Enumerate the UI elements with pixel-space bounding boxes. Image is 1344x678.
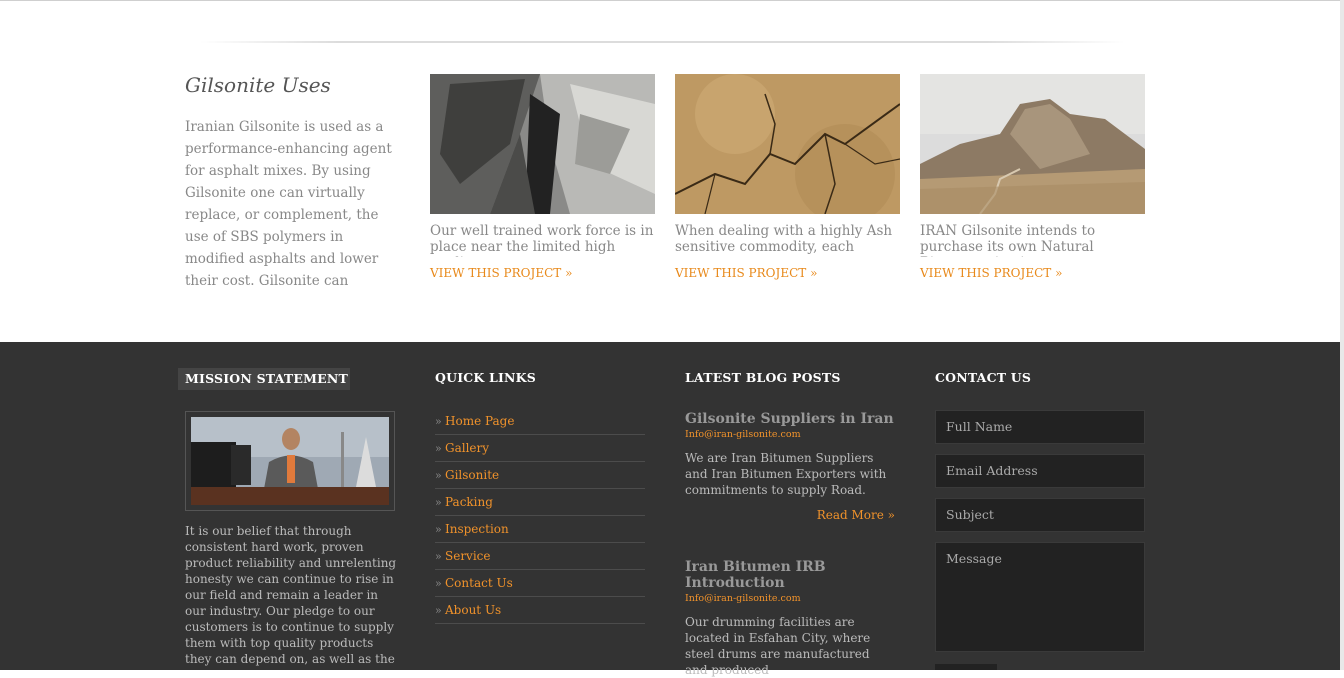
full-name-field[interactable]: Full Name — [935, 410, 1145, 444]
blog-post-meta: Info@iran-gilsonite.com — [685, 593, 801, 604]
mission-heading: MISSION STATEMENT — [178, 368, 350, 390]
quick-link-inspection[interactable]: Inspection — [445, 522, 509, 536]
blog-post-excerpt: Our drumming facilities are located in E… — [685, 615, 871, 677]
project-card-2: When dealing with a highly Ash sensitive… — [675, 74, 900, 280]
quick-links-list: » Home Page » Gallery » Gilsonite » Packing … — [435, 408, 645, 624]
blog-post-title[interactable]: Gilsonite Suppliers in Iran — [685, 411, 895, 427]
quick-link-packing[interactable]: Packing — [445, 495, 493, 509]
quick-link-item: » Packing — [435, 489, 645, 516]
view-project-link[interactable]: VIEW THIS PROJECT » — [675, 266, 900, 280]
quick-link-gilsonite[interactable]: Gilsonite — [445, 468, 499, 482]
quick-link-item: » Gallery — [435, 435, 645, 462]
project-description: When dealing with a highly Ash sensitive… — [675, 223, 893, 257]
blog-post-1: Gilsonite Suppliers in Iran Info@iran-gi… — [685, 411, 895, 522]
quick-link-item: » Home Page — [435, 408, 645, 435]
project-description: IRAN Gilsonite intends to purchase its o… — [920, 223, 1096, 257]
project-card-3: IRAN Gilsonite intends to purchase its o… — [920, 74, 1145, 280]
scrollbar[interactable] — [1340, 0, 1344, 670]
footer: MISSION STATEMENT It is our belief that … — [0, 342, 1340, 677]
quick-link-gallery[interactable]: Gallery — [445, 441, 489, 455]
project-card-1: Our well trained work force is in place … — [430, 74, 655, 280]
chevron-right-icon: » — [435, 414, 442, 428]
quick-link-item: » Service — [435, 543, 645, 570]
chevron-right-icon: » — [435, 549, 442, 563]
blog-post-title[interactable]: Iran Bitumen IRB Introduction — [685, 559, 895, 591]
blog-post-2: Iran Bitumen IRB Introduction Info@iran-… — [685, 559, 895, 678]
quick-link-contact[interactable]: Contact Us — [445, 576, 513, 590]
blog-post-excerpt: We are Iran Bitumen Suppliers and Iran B… — [685, 451, 887, 497]
rock-quarry-image[interactable] — [430, 74, 655, 214]
quick-links-heading: QUICK LINKS — [435, 370, 536, 385]
contact-heading: CONTACT US — [935, 370, 1032, 385]
send-button[interactable] — [935, 664, 997, 670]
quick-link-home[interactable]: Home Page — [445, 414, 514, 428]
message-field[interactable]: Message — [935, 542, 1145, 652]
mission-photo — [185, 411, 395, 511]
mission-text: It is our belief that through consistent… — [185, 524, 397, 670]
section-divider — [200, 41, 1125, 43]
quick-link-service[interactable]: Service — [445, 549, 491, 563]
chevron-right-icon: » — [435, 468, 442, 482]
cracked-earth-image[interactable] — [675, 74, 900, 214]
read-more-link[interactable]: Read More » — [685, 508, 895, 522]
blog-post-meta: Info@iran-gilsonite.com — [685, 429, 801, 440]
chevron-right-icon: » — [435, 495, 442, 509]
top-border — [0, 0, 1340, 1]
person-at-desk-image — [191, 417, 389, 505]
uses-title: Gilsonite Uses — [185, 73, 331, 97]
desert-hill-image[interactable] — [920, 74, 1145, 214]
quick-link-about[interactable]: About Us — [445, 603, 501, 617]
quick-link-item: » Gilsonite — [435, 462, 645, 489]
quick-link-item: » About Us — [435, 597, 645, 624]
subject-field[interactable]: Subject — [935, 498, 1145, 532]
blog-heading: LATEST BLOG POSTS — [685, 370, 841, 385]
quick-link-item: » Inspection — [435, 516, 645, 543]
chevron-right-icon: » — [435, 522, 442, 536]
view-project-link[interactable]: VIEW THIS PROJECT » — [430, 266, 655, 280]
chevron-right-icon: » — [435, 576, 442, 590]
chevron-right-icon: » — [435, 441, 442, 455]
chevron-right-icon: » — [435, 603, 442, 617]
uses-description: Iranian Gilsonite is used as a performan… — [185, 119, 392, 289]
view-project-link[interactable]: VIEW THIS PROJECT » — [920, 266, 1145, 280]
quick-link-item: » Contact Us — [435, 570, 645, 597]
email-field[interactable]: Email Address — [935, 454, 1145, 488]
project-description: Our well trained work force is in place … — [430, 223, 654, 257]
